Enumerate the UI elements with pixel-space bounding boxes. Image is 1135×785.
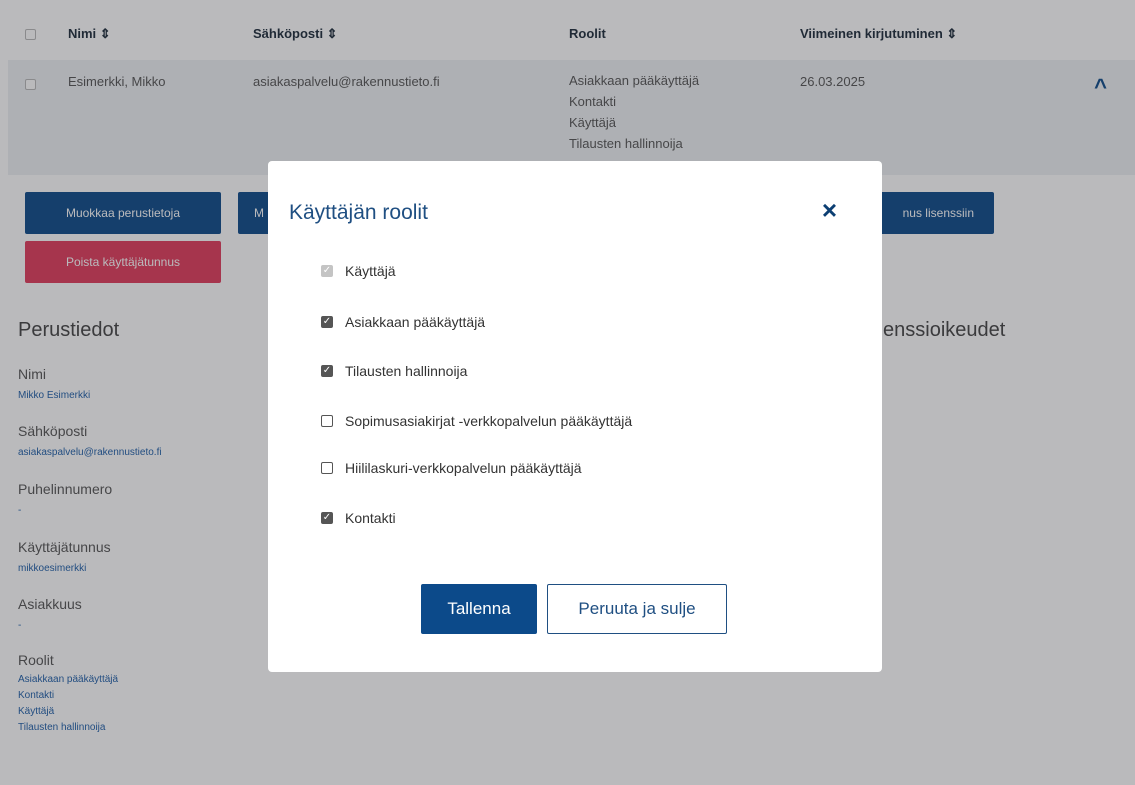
role-option-label: Hiililaskuri-verkkopalvelun pääkäyttäjä: [345, 460, 582, 476]
close-icon[interactable]: ×: [822, 197, 837, 223]
checkbox-unchecked[interactable]: [321, 462, 333, 474]
role-option-contact[interactable]: ✓ Kontakti: [321, 508, 396, 528]
checkbox-checked[interactable]: ✓: [321, 512, 333, 524]
checkbox-checked[interactable]: ✓: [321, 316, 333, 328]
role-option-order-manager[interactable]: ✓ Tilausten hallinnoija: [321, 361, 467, 381]
cancel-close-button[interactable]: Peruuta ja sulje: [547, 584, 727, 634]
role-option-carbon-calc-admin[interactable]: Hiililaskuri-verkkopalvelun pääkäyttäjä: [321, 458, 582, 478]
role-option-label: Tilausten hallinnoija: [345, 363, 468, 379]
role-option-kayttaja[interactable]: ✓ Käyttäjä: [321, 261, 396, 281]
role-option-contracts-admin[interactable]: Sopimusasiakirjat -verkkopalvelun pääkäy…: [321, 411, 632, 431]
role-option-label: Kontakti: [345, 510, 396, 526]
role-option-label: Sopimusasiakirjat -verkkopalvelun pääkäy…: [345, 413, 633, 429]
user-roles-dialog: Käyttäjän roolit × ✓ Käyttäjä ✓ Asiakkaa…: [268, 161, 882, 672]
role-option-label: Käyttäjä: [345, 263, 396, 279]
role-option-label: Asiakkaan pääkäyttäjä: [345, 314, 486, 330]
role-option-customer-admin[interactable]: ✓ Asiakkaan pääkäyttäjä: [321, 312, 485, 332]
checkbox-checked-disabled[interactable]: ✓: [321, 265, 333, 277]
checkbox-checked[interactable]: ✓: [321, 365, 333, 377]
checkbox-unchecked[interactable]: [321, 415, 333, 427]
save-button[interactable]: Tallenna: [421, 584, 537, 634]
dialog-title: Käyttäjän roolit: [289, 201, 428, 224]
